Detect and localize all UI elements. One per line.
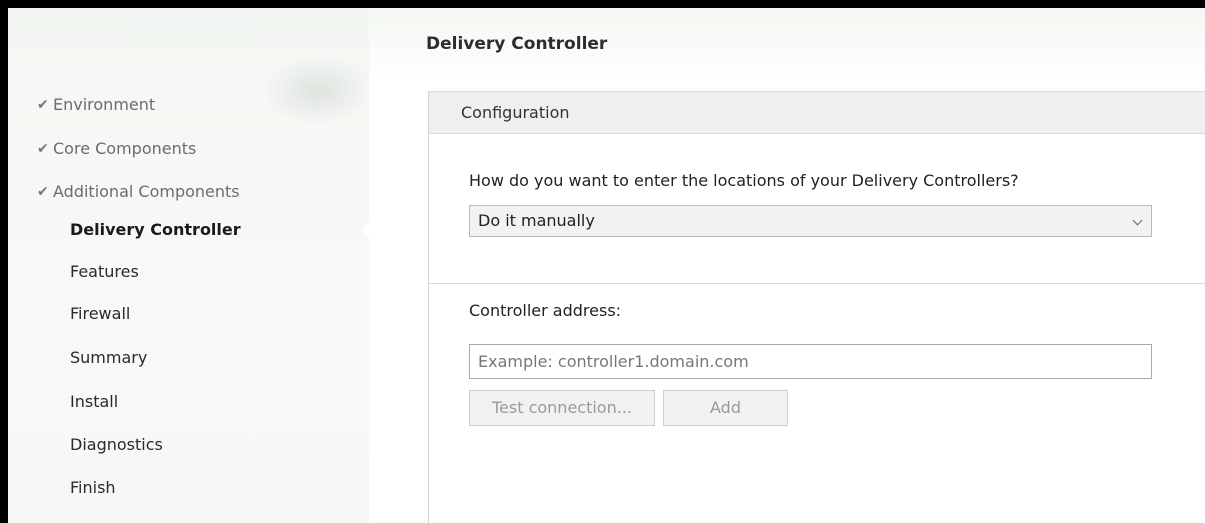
sidebar-item-label: Diagnostics — [70, 435, 163, 454]
sidebar-item-label: Finish — [70, 478, 116, 497]
section-divider — [429, 283, 1205, 284]
configuration-panel: Configuration How do you want to enter t… — [428, 91, 1205, 523]
sidebar-item-environment[interactable]: ✔ Environment — [8, 90, 369, 120]
sidebar-item-additional-components[interactable]: ✔ Additional Components — [8, 177, 369, 207]
sidebar-item-label: Summary — [70, 348, 148, 367]
controller-address-input[interactable] — [469, 344, 1152, 379]
sidebar-item-label: Firewall — [70, 304, 131, 323]
sidebar-item-label: Core Components — [53, 139, 197, 158]
panel-header-title: Configuration — [461, 103, 570, 122]
sidebar-item-label: Features — [70, 262, 139, 281]
panel-header: Configuration — [429, 91, 1205, 134]
sidebar-item-install[interactable]: Install — [8, 387, 369, 417]
sidebar-item-finish[interactable]: Finish — [8, 473, 369, 503]
sidebar-item-label: Environment — [53, 95, 156, 114]
sidebar-item-features[interactable]: Features — [8, 257, 369, 287]
installer-window: ✔ Environment ✔ Core Components ✔ Additi… — [8, 8, 1205, 523]
sidebar-item-delivery-controller[interactable]: Delivery Controller — [8, 215, 369, 245]
controller-location-question: How do you want to enter the locations o… — [469, 171, 1019, 190]
sidebar-item-label: Additional Components — [53, 182, 240, 201]
wizard-steps: ✔ Environment ✔ Core Components ✔ Additi… — [8, 8, 369, 523]
page-title: Delivery Controller — [426, 34, 608, 54]
select-value: Do it manually — [478, 211, 595, 230]
sidebar-item-summary[interactable]: Summary — [8, 343, 369, 373]
chevron-down-icon — [1132, 215, 1143, 226]
sidebar: ✔ Environment ✔ Core Components ✔ Additi… — [8, 8, 373, 523]
main-content: Delivery Controller Configuration How do… — [369, 8, 1205, 523]
controller-address-label: Controller address: — [469, 301, 622, 320]
test-connection-button[interactable]: Test connection... — [469, 390, 655, 426]
sidebar-item-core-components[interactable]: ✔ Core Components — [8, 134, 369, 164]
sidebar-item-label: Delivery Controller — [70, 220, 241, 239]
sidebar-item-diagnostics[interactable]: Diagnostics — [8, 430, 369, 460]
sidebar-item-label: Install — [70, 392, 119, 411]
sidebar-item-firewall[interactable]: Firewall — [8, 299, 369, 329]
add-button[interactable]: Add — [663, 390, 788, 426]
location-method-select[interactable]: Do it manually — [469, 205, 1152, 237]
